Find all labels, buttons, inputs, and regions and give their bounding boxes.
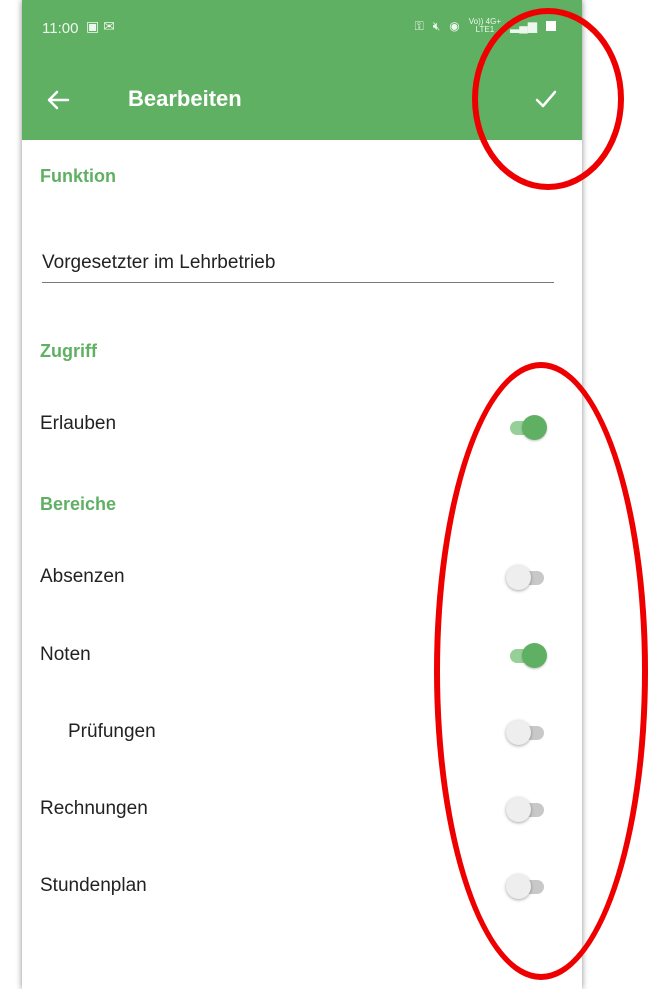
network-indicator: Vo)) 4G+ LTE1 — [468, 17, 502, 34]
hotspot-icon: ◉ — [449, 19, 460, 33]
section-header-access: Zugriff — [40, 341, 97, 361]
toggle-stundenplan[interactable] — [506, 872, 558, 902]
section-header-areas: Bereiche — [40, 494, 117, 514]
arrow-left-icon[interactable] — [42, 80, 74, 120]
toggle-thumb — [506, 874, 531, 899]
function-field[interactable] — [42, 244, 554, 284]
toggle-thumb — [506, 565, 531, 590]
toggle-erlauben[interactable] — [506, 413, 558, 443]
function-input[interactable] — [42, 244, 554, 282]
toggle-thumb — [522, 643, 547, 668]
toggle-noten[interactable] — [506, 641, 558, 671]
row-label-stundenplan: Stundenplan — [40, 875, 147, 896]
app-bar: Bearbeiten — [22, 60, 582, 140]
status-time: 11:00 — [42, 20, 79, 37]
page-title: Bearbeiten — [128, 86, 242, 111]
toggle-absenzen[interactable] — [506, 563, 558, 593]
mute-icon: 🔇︎ — [432, 18, 441, 33]
vpn-key-icon: ⚿ — [414, 18, 424, 33]
row-label-noten: Noten — [40, 644, 91, 665]
row-label-erlauben: Erlauben — [40, 413, 117, 434]
signal-icon: ▂▄▆ — [510, 19, 537, 33]
section-header-function: Funktion — [40, 166, 116, 186]
mail-icon: ✉ — [103, 18, 119, 34]
toggle-thumb — [506, 797, 531, 822]
check-icon[interactable] — [534, 87, 558, 111]
toggle-rechnungen[interactable] — [506, 795, 558, 825]
status-icons: ⚿ 🔇︎ ◉ Vo)) 4G+ LTE1 ▂▄▆ — [415, 18, 556, 34]
notification-icons: ▣✉ — [86, 18, 119, 35]
battery-icon — [546, 21, 556, 31]
row-label-absenzen: Absenzen — [40, 566, 125, 587]
row-label-pruefungen: Prüfungen — [68, 721, 156, 742]
toggle-pruefungen[interactable] — [506, 718, 558, 748]
toggle-thumb — [522, 415, 547, 440]
row-label-rechnungen: Rechnungen — [40, 798, 148, 819]
status-bar: 11:00 ▣✉ ⚿ 🔇︎ ◉ Vo)) 4G+ LTE1 ▂▄▆ — [22, 0, 582, 60]
gallery-icon: ▣ — [86, 18, 104, 34]
phone-screen: 11:00 ▣✉ ⚿ 🔇︎ ◉ Vo)) 4G+ LTE1 ▂▄▆ Bearbe… — [22, 0, 582, 989]
field-underline — [42, 282, 554, 283]
toggle-thumb — [506, 720, 531, 745]
